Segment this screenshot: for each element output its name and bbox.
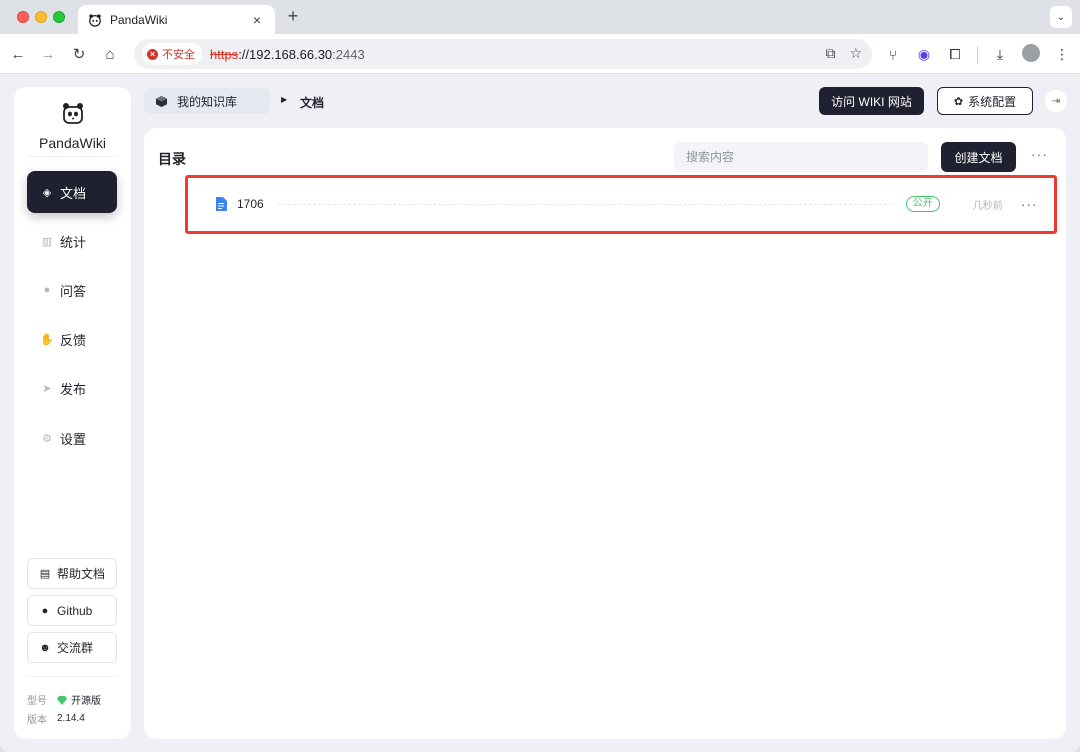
forward-arrow-icon[interactable]: → [37,43,59,65]
sidebar-item-label: 问答 [60,283,87,299]
sidebar: PandaWiki ◈ 文档 ▥ 统计 ● 问答 ✋ 反馈 ➤ 发布 ⚙ 设置 … [14,87,131,739]
tab-title: PandaWiki [110,12,168,27]
sidebar-divider [28,156,117,157]
sidebar-item-stats[interactable]: ▥ 统计 [27,220,117,262]
version-row: 版本 2.14.4 [27,711,85,726]
gear-icon: ✿ [953,95,964,108]
omnibox-icons: ⧉ ☆ [825,45,862,62]
sidebar-item-feedback[interactable]: ✋ 反馈 [27,318,117,360]
gem-icon [57,695,67,705]
tab-close-icon[interactable]: × [249,12,265,28]
sidebar-item-documents[interactable]: ◈ 文档 [27,171,117,213]
home-icon[interactable]: ⌂ [99,43,121,65]
tab-search-chevron-icon[interactable]: ⌄ [1050,6,1072,28]
sidebar-item-settings[interactable]: ⚙ 设置 [27,417,117,459]
browser-toolbar: ← → ↻ ⌂ × 不安全 https ://192.168.66.30 :24… [0,34,1080,74]
community-group-label: 交流群 [57,641,94,655]
system-config-button[interactable]: ✿ 系统配置 [937,87,1033,115]
puzzle-icon[interactable]: ⧠ [946,46,964,63]
brand-name: PandaWiki [39,135,106,151]
search-input[interactable] [674,142,928,172]
row-dotted-leader [277,203,892,205]
chat-bubble-icon: ● [43,284,51,296]
new-tab-button[interactable]: + [283,6,303,27]
download-icon[interactable]: ⤓ [991,46,1009,63]
version-label: 版本 [27,715,47,726]
sidebar-item-label: 反馈 [60,332,87,348]
visit-wiki-button[interactable]: 访问 WIKI 网站 [819,87,924,115]
help-docs-label: 帮助文档 [57,567,106,581]
sidebar-item-label: 设置 [60,431,87,447]
breadcrumb-root: 我的知识库 [177,94,238,109]
send-icon: ➤ [42,382,52,395]
back-arrow-icon[interactable]: ← [7,43,29,65]
more-options-icon[interactable]: ··· [1031,146,1048,162]
browser-window: PandaWiki × + ⌄ ← → ↻ ⌂ × 不安全 https ://1… [0,0,1080,752]
gear-icon: ⚙ [42,432,52,445]
github-label: Github [57,603,93,618]
system-config-label: 系统配置 [968,94,1017,109]
row-more-options-icon[interactable]: ··· [1021,196,1038,212]
url-host: ://192.168.66.30 [238,46,333,62]
extension-fork-icon[interactable]: ⑂ [884,47,902,63]
kebab-menu-icon[interactable]: ⋮ [1053,46,1071,63]
sidebar-item-label: 文档 [60,185,87,201]
translate-icon[interactable]: ⧉ [825,45,835,62]
browser-tab[interactable]: PandaWiki × [78,5,275,34]
extension-circle-icon[interactable]: ◉ [915,46,933,63]
page-title: 目录 [158,151,186,167]
insecure-label: 不安全 [162,49,195,61]
bar-chart-icon: ▥ [41,235,53,248]
reload-icon[interactable]: ↻ [68,43,90,65]
address-bar[interactable]: × 不安全 https ://192.168.66.30 :2443 ⧉ ☆ [134,39,872,69]
url-port: :2443 [332,46,365,62]
warning-icon: × [147,48,158,60]
knowledge-base-selector[interactable]: 我的知识库 [144,88,270,114]
edition-row: 型号 开源版 [27,692,101,707]
document-icon: ▤ [39,568,51,580]
document-name: 1706 [237,197,264,211]
maximize-window-button[interactable] [53,11,65,23]
model-value: 开源版 [71,696,101,707]
sidebar-item-publish[interactable]: ➤ 发布 [27,367,117,409]
brand: PandaWiki [14,101,131,151]
security-chip[interactable]: × 不安全 [142,43,202,65]
document-file-icon [216,197,227,211]
sidebar-divider [27,676,117,677]
group-icon: ☻ [39,641,51,654]
bookmark-star-icon[interactable]: ☆ [849,45,862,62]
help-docs-button[interactable]: ▤ 帮助文档 [27,558,117,589]
sidebar-item-label: 发布 [60,381,87,397]
panda-favicon-icon [89,13,101,27]
toolbar-divider [977,45,978,64]
sidebar-item-label: 统计 [60,234,87,250]
github-button[interactable]: ● Github [27,595,117,626]
document-row[interactable]: 1706 公开 几秒前 ··· [208,189,1046,219]
sidebar-item-qa[interactable]: ● 问答 [27,269,117,311]
extension-icons: ⑂ ◉ ⧠ ⤓ ⋮ [884,44,1071,65]
minimize-window-button[interactable] [35,11,47,23]
community-group-button[interactable]: ☻ 交流群 [27,632,117,663]
tab-strip: PandaWiki × + ⌄ [0,0,1080,34]
layers-icon: ◈ [42,186,52,199]
logout-icon[interactable]: ⇥ [1045,90,1067,112]
url-scheme: https [210,46,239,62]
document-time: 几秒前 [972,200,1003,212]
edition-value: 开源版 [57,692,101,707]
document-panel: 目录 创建文档 ··· 1706 公开 几秒前 ··· [144,128,1066,739]
breadcrumb-arrow-icon: ▶ [281,95,288,104]
close-window-button[interactable] [17,11,29,23]
model-label: 型号 [27,696,47,707]
breadcrumb-current: 文档 [300,96,325,110]
github-icon: ● [41,604,49,617]
profile-avatar-icon[interactable] [1022,44,1040,65]
panda-logo-icon [62,103,83,124]
version-value: 2.14.4 [57,713,85,724]
hand-icon: ✋ [40,333,54,346]
cube-icon [156,95,167,107]
status-badge: 公开 [905,196,940,212]
create-document-button[interactable]: 创建文档 [941,142,1016,172]
